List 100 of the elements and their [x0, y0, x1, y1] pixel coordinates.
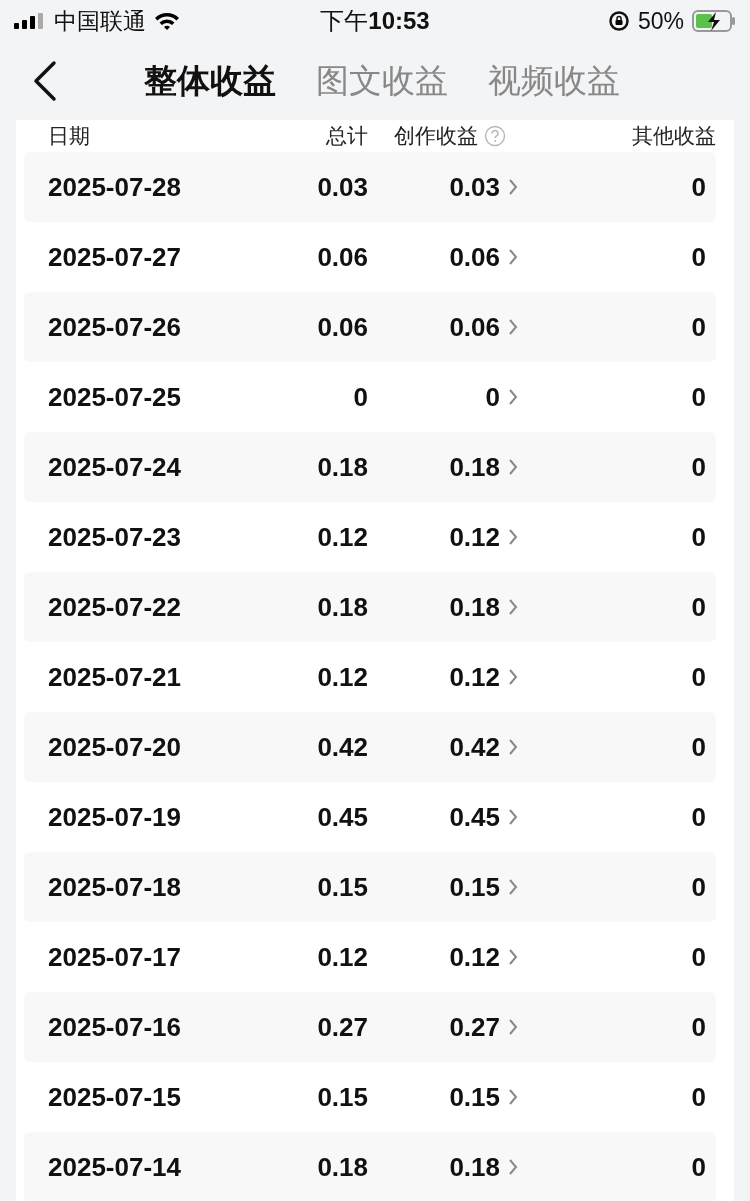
chevron-icon[interactable] [508, 458, 518, 476]
table-row[interactable]: 2025-07-18 0.15 0.15 0 [24, 852, 716, 922]
table-cell-text: 2025-07-22 [48, 591, 182, 623]
chevron-icon[interactable] [508, 388, 518, 406]
signal-icon [14, 13, 46, 29]
table-cell-text: 0 [690, 381, 706, 413]
table-row[interactable]: 2025-07-17 0.12 0.12 0 [24, 922, 716, 992]
chevron-icon[interactable] [508, 528, 518, 546]
table-row[interactable]: 2025-07-27 0.06 0.06 0 [24, 222, 716, 292]
table-cell: 0.06 [449, 241, 500, 273]
table-cell-text: 2025-07-15 [48, 1081, 182, 1113]
table-cell-text: 0.12 [316, 521, 368, 553]
clock-time: 下午10:53 [320, 6, 430, 36]
chevron-icon[interactable] [508, 598, 518, 616]
table-cell: 0.18 [449, 591, 500, 623]
table-cell-text: 0.06 [316, 241, 368, 273]
table-cell-text: 0 [690, 591, 706, 623]
column-header: 日期 [48, 123, 91, 149]
table-row[interactable]: 2025-07-15 0.15 0.15 0 [24, 1062, 716, 1132]
chevron-icon[interactable] [508, 248, 518, 266]
table-cell-text: 0.15 [316, 871, 368, 903]
column-header: 总计 [325, 123, 368, 149]
table-cell-text: 2025-07-19 [48, 801, 182, 833]
table-cell: 0.03 [449, 171, 500, 203]
table-cell-text: 0.12 [316, 661, 368, 693]
table-cell-text: 0 [690, 941, 706, 973]
column-header: 其他收益 [631, 123, 716, 149]
table-row[interactable]: 2025-07-28 0.03 0.03 0 [24, 152, 716, 222]
chevron-icon[interactable] [508, 318, 518, 336]
table-row[interactable]: 2025-07-21 0.12 0.12 0 [24, 642, 716, 712]
table-cell-text: 2025-07-28 [48, 171, 182, 203]
table-cell-text: 0.06 [316, 311, 368, 343]
chevron-icon[interactable] [508, 1088, 518, 1106]
chevron-icon[interactable] [508, 178, 518, 196]
column-header: 创作收益 [394, 123, 478, 149]
table-cell-text: 0.18 [316, 451, 368, 483]
table-cell-text: 2025-07-14 [48, 1151, 182, 1183]
table-cell-text: 2025-07-17 [48, 941, 182, 973]
battery-charging-icon [692, 10, 736, 32]
table-cell: 0.42 [449, 731, 500, 763]
table-cell-text: 0.15 [316, 1081, 368, 1113]
table-cell: 0.15 [449, 871, 500, 903]
table-row[interactable]: 2025-07-14 0.18 0.18 0 [24, 1132, 716, 1201]
table-cell-text: 0 [690, 871, 706, 903]
table-cell: 0.12 [449, 521, 500, 553]
table-cell-text: 2025-07-21 [48, 661, 182, 693]
tab[interactable]: 整体收益 [144, 58, 276, 104]
table-cell-text: 2025-07-27 [48, 241, 182, 273]
chevron-icon[interactable] [508, 878, 518, 896]
table-row[interactable]: 2025-07-26 0.06 0.06 0 [24, 292, 716, 362]
table-cell-text: 0.18 [316, 1151, 368, 1183]
table-cell: 0.18 [449, 451, 500, 483]
table-cell-text: 0 [690, 731, 706, 763]
table-cell-text: 0 [352, 381, 368, 413]
table-cell: 0.18 [449, 1151, 500, 1183]
table-row[interactable]: 2025-07-16 0.27 0.27 0 [24, 992, 716, 1062]
chevron-icon[interactable] [508, 1158, 518, 1176]
chevron-icon[interactable] [508, 1018, 518, 1036]
table-cell-text: 0 [690, 451, 706, 483]
table-cell-text: 2025-07-24 [48, 451, 182, 483]
table-cell-text: 0 [690, 1081, 706, 1113]
table-cell-text: 0.27 [316, 1011, 368, 1043]
table-cell-text: 0.18 [316, 591, 368, 623]
table-row[interactable]: 2025-07-22 0.18 0.18 0 [24, 572, 716, 642]
table-cell-text: 2025-07-25 [48, 381, 182, 413]
table-cell: 0.27 [449, 1011, 500, 1043]
table-cell-text: 0 [690, 521, 706, 553]
table-cell-text: 0.03 [316, 171, 368, 203]
table-row[interactable]: 2025-07-20 0.42 0.42 0 [24, 712, 716, 782]
chevron-icon[interactable] [508, 738, 518, 756]
chevron-icon[interactable] [508, 668, 518, 686]
table-cell-text: 0.12 [316, 941, 368, 973]
table-cell-text: 0 [690, 241, 706, 273]
table-cell: 0 [485, 381, 500, 413]
table-cell-text: 0 [690, 1151, 706, 1183]
table-cell-text: 2025-07-26 [48, 311, 182, 343]
table-cell-text: 2025-07-16 [48, 1011, 182, 1043]
table-cell-text: 0 [690, 661, 706, 693]
table-cell: 0.12 [449, 661, 500, 693]
battery-percent: 50% [637, 7, 684, 35]
table-cell-text: 0 [690, 311, 706, 343]
chevron-icon[interactable] [508, 948, 518, 966]
wifi-icon [154, 11, 180, 31]
table-cell-text: 0.45 [316, 801, 368, 833]
table-cell: 0.06 [449, 311, 500, 343]
chevron-icon[interactable] [508, 808, 518, 826]
table-cell: 0.45 [449, 801, 500, 833]
rotation-lock-icon [607, 10, 630, 32]
table-cell-text: 0 [690, 1011, 706, 1043]
table-cell-text: 0 [690, 171, 706, 203]
table-cell-text: 2025-07-20 [48, 731, 182, 763]
table-cell: 0.15 [449, 1081, 500, 1113]
table-row[interactable]: 2025-07-25 0 0 0 [24, 362, 716, 432]
help-icon[interactable] [484, 125, 506, 147]
table-cell: 0.12 [449, 941, 500, 973]
table-cell-text: 2025-07-23 [48, 521, 182, 553]
table-row[interactable]: 2025-07-19 0.45 0.45 0 [24, 782, 716, 852]
table-cell-text: 0.42 [316, 731, 368, 763]
table-row[interactable]: 2025-07-24 0.18 0.18 0 [24, 432, 716, 502]
table-row[interactable]: 2025-07-23 0.12 0.12 0 [24, 502, 716, 572]
